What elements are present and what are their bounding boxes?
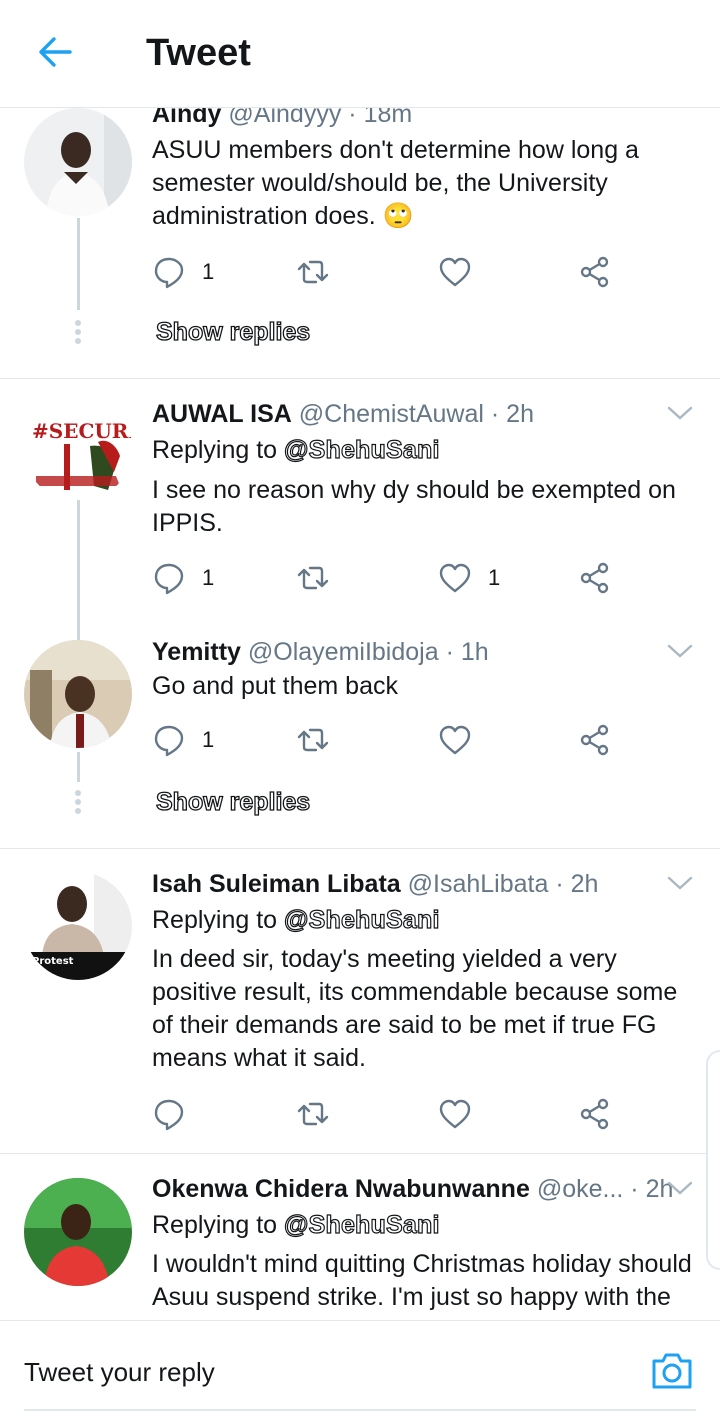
reply-count: 1 [202,727,215,752]
retweet-icon [297,566,329,590]
separator: · [445,638,454,666]
author-handle[interactable]: @IsahLibata [408,870,549,898]
tweet-text: Go and put them back [152,672,398,700]
show-replies-link[interactable]: Show replies [155,317,311,347]
top-bar: Tweet [0,0,720,108]
author-name[interactable]: Okenwa Chidera Nwabunwanne [152,1175,530,1203]
avatar[interactable]: Protest [24,872,132,980]
chevron-down-icon[interactable] [666,874,694,892]
heart-icon [439,725,471,755]
reply-count: 1 [202,565,215,590]
avatar[interactable] [24,1178,132,1286]
avatar-banner-text: Protest [32,956,74,967]
back-arrow-icon[interactable] [34,30,78,74]
timestamp: 2h [570,870,599,898]
mention-link[interactable]: @ShehuSani [283,1210,440,1239]
avatar-logo-text: #SECURE NORTH [32,419,132,443]
replying-to: Replying to @ShehuSani [152,1210,440,1240]
reply-action[interactable]: 1 [152,558,214,598]
tweet-text: I wouldn't mind quitting Christmas holid… [152,1250,692,1311]
tweet-feed[interactable]: Aindy @Aindyyy · 18m ASUU members don't … [0,0,720,1320]
like-action[interactable] [438,720,472,760]
author-name[interactable]: Isah Suleiman Libata [152,870,401,898]
reply-action[interactable] [152,1094,202,1134]
tweet-actions: 1 1 [152,558,622,598]
avatar[interactable] [24,108,132,216]
show-replies-link[interactable]: Show replies [155,787,311,817]
mention-link[interactable]: @ShehuSani [283,905,440,934]
timestamp: 2h [506,400,534,428]
tweet-text: I see no reason why dy should be exempte… [152,476,676,537]
share-action[interactable] [578,1094,612,1134]
tweet-actions: 1 [152,252,622,292]
author-handle[interactable]: @ChemistAuwal [299,400,484,428]
reply-icon [154,563,184,595]
share-icon [580,724,609,756]
share-action[interactable] [578,558,612,598]
author-name[interactable]: Yemitty [152,638,241,666]
replying-label: Replying to [152,906,278,934]
tweet-actions: 1 [152,720,622,760]
share-action[interactable] [578,720,612,760]
avatar[interactable]: #SECURE NORTH [24,394,132,502]
like-action[interactable] [438,1094,472,1134]
author-name[interactable]: AUWAL ISA [152,400,292,428]
avatar[interactable] [24,640,132,748]
heart-icon [439,1099,471,1129]
heart-icon [439,257,471,287]
like-count: 1 [488,565,501,590]
retweet-action[interactable] [296,720,330,760]
reply-composer: Tweet your reply [0,1320,720,1417]
share-action[interactable] [578,252,612,292]
replying-to: Replying to @ShehuSani [152,905,440,935]
chevron-down-icon[interactable] [666,1179,694,1197]
retweet-action[interactable] [296,1094,330,1134]
separator: · [490,400,500,428]
heart-icon [439,563,471,593]
reply-action[interactable]: 1 [152,720,214,760]
retweet-action[interactable] [296,558,330,598]
tweet-text: In deed sir, today's meeting yielded a v… [152,945,678,1072]
separator: · [630,1175,639,1203]
reply-icon [154,1099,184,1131]
chevron-down-icon[interactable] [666,404,694,422]
retweet-icon [297,1102,329,1126]
page-title: Tweet [146,32,251,74]
reply-input[interactable]: Tweet your reply [24,1357,215,1388]
replying-to: Replying to @ShehuSani [152,435,440,465]
replying-label: Replying to [152,436,278,464]
author-handle[interactable]: @OlayemiIbidoja [248,638,439,666]
retweet-icon [297,728,329,752]
tweet-actions [152,1094,622,1134]
author-handle[interactable]: @oke... [537,1175,624,1203]
retweet-action[interactable] [296,252,330,292]
scroll-handle[interactable] [706,1050,720,1270]
reply-icon [154,725,184,757]
reply-count: 1 [202,259,215,284]
share-icon [580,1098,609,1130]
timestamp: 1h [460,638,489,666]
chevron-down-icon[interactable] [666,642,694,660]
like-action[interactable] [438,252,472,292]
retweet-icon [297,260,329,284]
camera-icon[interactable] [650,1351,694,1391]
replying-label: Replying to [152,1211,278,1239]
share-icon [580,562,609,594]
like-action[interactable]: 1 [438,558,500,598]
share-icon [580,256,609,288]
mention-link[interactable]: @ShehuSani [283,435,440,464]
separator: · [555,870,564,898]
reply-action[interactable]: 1 [152,252,214,292]
reply-icon [154,257,184,289]
tweet-text: ASUU members don't determine how long a … [152,136,639,230]
